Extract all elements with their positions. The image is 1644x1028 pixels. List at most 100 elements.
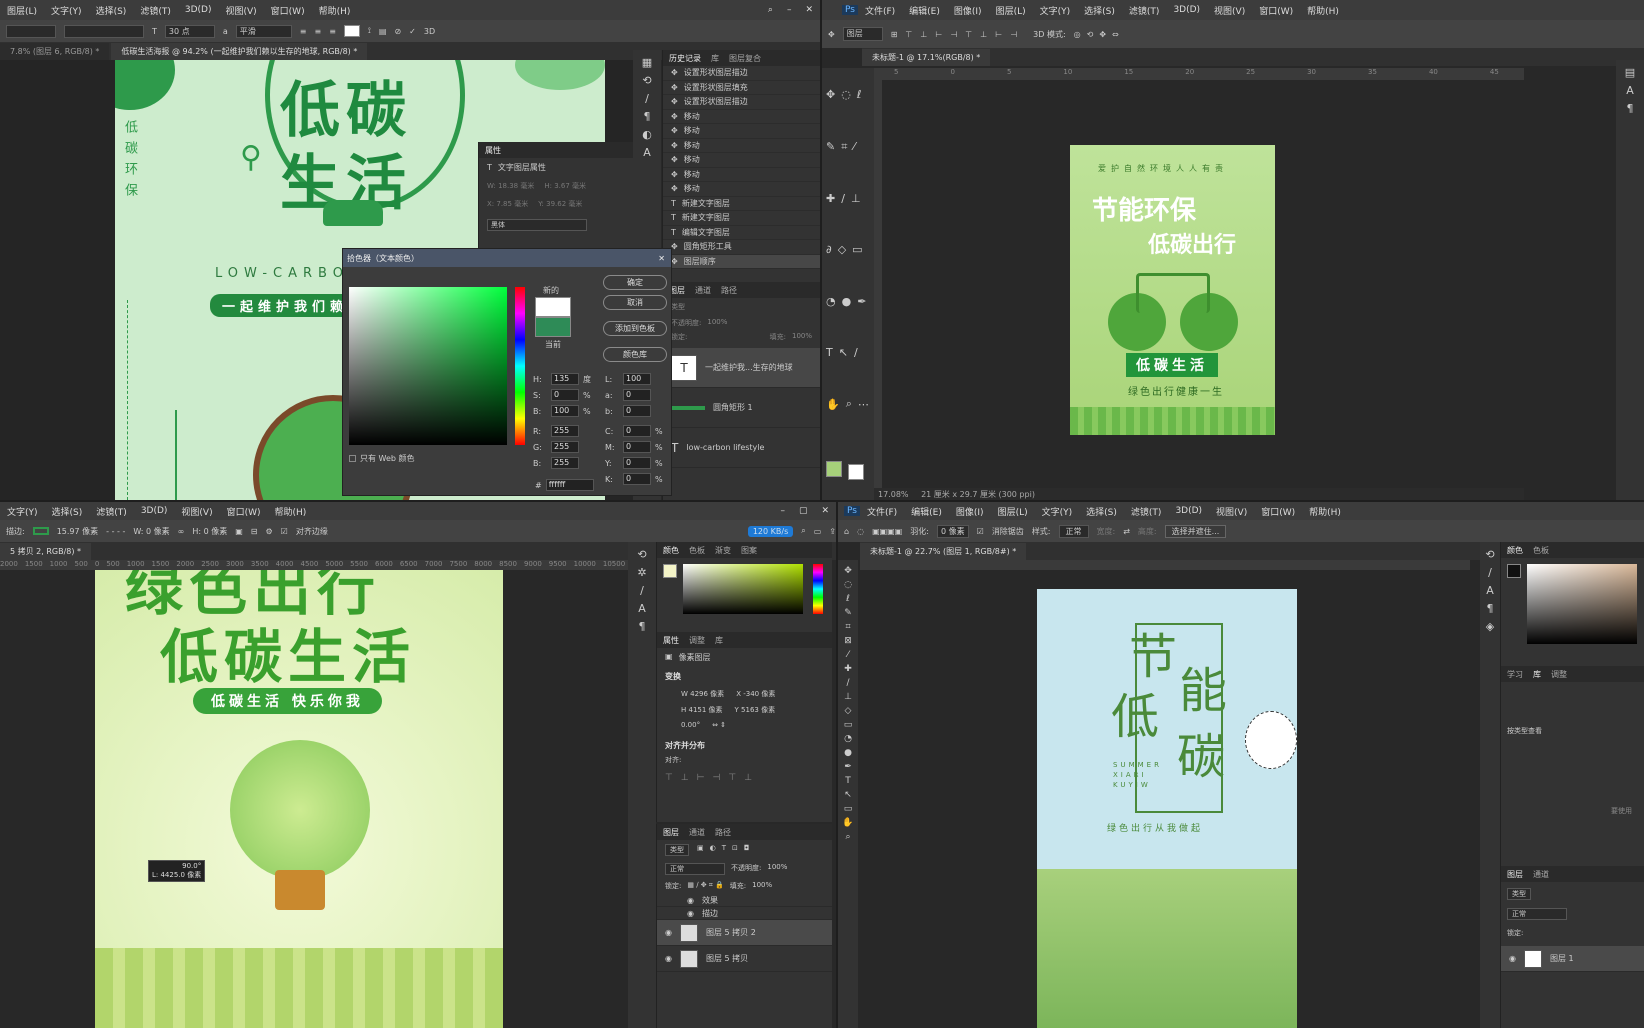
- color-field[interactable]: [349, 287, 507, 445]
- layer-row[interactable]: ◉ 图层 5 拷贝: [657, 946, 832, 972]
- swap-icon[interactable]: ⇄: [1123, 527, 1130, 536]
- tab-channels[interactable]: 通道: [1533, 869, 1549, 880]
- eraser-icon[interactable]: ◇: [838, 243, 846, 256]
- tab-properties[interactable]: 属性: [663, 635, 679, 646]
- 3d-button[interactable]: 3D: [424, 27, 435, 36]
- menu-edit[interactable]: 编辑(E): [902, 4, 947, 17]
- stroke-width[interactable]: 15.97 像素: [57, 526, 98, 537]
- color-field-input[interactable]: 255: [551, 441, 579, 453]
- font-style-select[interactable]: [64, 24, 144, 38]
- menu-layer[interactable]: 图层(L): [991, 505, 1035, 518]
- line-icon[interactable]: ∕: [854, 346, 858, 359]
- canvas-area[interactable]: 绿色出行 低碳生活 低碳生活 快乐你我 90.0° L: 4425.0 像素: [0, 570, 630, 1028]
- align-icons[interactable]: ⊤⊥⊢⊣⊤⊥⊢⊣: [905, 30, 1025, 39]
- grid-icon[interactable]: ▦: [642, 56, 652, 69]
- history-icon[interactable]: ⟲: [1485, 548, 1494, 561]
- menu-select[interactable]: 选择(S): [1079, 505, 1124, 518]
- menu-filter[interactable]: 滤镜(T): [133, 4, 178, 17]
- layer-kind-select[interactable]: 类型: [665, 844, 689, 856]
- adjust-icon[interactable]: ◐: [642, 128, 652, 141]
- layer-row[interactable]: ◉ 图层 1: [1501, 946, 1644, 972]
- tab-layers[interactable]: 图层: [663, 827, 679, 838]
- marquee-icon[interactable]: ◌: [844, 580, 852, 590]
- 3d-icon[interactable]: ◈: [1486, 620, 1494, 633]
- transform-x[interactable]: X -340 像素: [736, 689, 775, 699]
- panel-icon[interactable]: ▤: [1625, 66, 1635, 79]
- history-item[interactable]: T 新建文字图层: [663, 211, 820, 226]
- width-field[interactable]: W: 0 像素: [133, 526, 169, 537]
- filter-icons[interactable]: ▣◐T⊡◘: [697, 844, 755, 856]
- tab-swatches[interactable]: 色板: [689, 545, 705, 556]
- menu-filter[interactable]: 滤镜(T): [89, 505, 134, 518]
- adjust-icon[interactable]: ✲: [637, 566, 646, 579]
- menu-edit[interactable]: 编辑(E): [904, 505, 949, 518]
- search-icon[interactable]: ⌕: [761, 5, 780, 15]
- paragraph-icon[interactable]: ¶: [1487, 602, 1494, 615]
- stroke-swatch[interactable]: [32, 527, 49, 535]
- eye-icon[interactable]: ◉: [1509, 954, 1516, 963]
- tab-layer-comps[interactable]: 图层复合: [729, 53, 761, 64]
- layer-row[interactable]: T 一起维护我...生存的地球: [663, 348, 820, 388]
- close-icon[interactable]: ✕: [814, 506, 836, 516]
- color-field-label[interactable]: B:: [533, 407, 547, 416]
- quick-select-icon[interactable]: ✎: [844, 608, 852, 618]
- quick-select-icon[interactable]: ✎: [826, 140, 835, 153]
- history-item[interactable]: ✥ 移动: [663, 153, 820, 168]
- add-swatch-button[interactable]: 添加到色板: [603, 321, 667, 336]
- menu-image[interactable]: 图像(I): [949, 505, 991, 518]
- foreground-color[interactable]: [826, 460, 842, 477]
- brush-icon[interactable]: ∕: [640, 584, 644, 597]
- transform-y[interactable]: Y 5163 像素: [735, 705, 776, 715]
- transform-h[interactable]: H 4151 像素: [681, 705, 723, 715]
- select-mask-button[interactable]: 选择并遮住...: [1164, 524, 1227, 538]
- hex-input[interactable]: ffffff: [545, 479, 594, 491]
- color-field-input[interactable]: 0: [623, 473, 651, 485]
- type-icon[interactable]: T: [826, 346, 833, 359]
- history-item[interactable]: ✥ 设置形状图层描边: [663, 66, 820, 81]
- hand-icon[interactable]: ✋: [826, 398, 840, 411]
- text-color-swatch[interactable]: [343, 25, 360, 37]
- color-field-label[interactable]: Y:: [605, 459, 619, 468]
- move-icon[interactable]: ✥: [844, 566, 852, 576]
- menu-select[interactable]: 选择(S): [45, 505, 90, 518]
- tab-libraries[interactable]: 库: [715, 635, 723, 646]
- current-color-swatch[interactable]: [535, 317, 571, 337]
- gear-icon[interactable]: ⚙: [265, 527, 272, 536]
- maximize-icon[interactable]: ▢: [792, 506, 815, 516]
- align-section[interactable]: 对齐并分布: [657, 732, 832, 753]
- color-field-label[interactable]: R:: [533, 427, 547, 436]
- view-by-type[interactable]: 按类型查看: [1507, 726, 1542, 736]
- opacity-value[interactable]: 100%: [707, 318, 727, 328]
- color-field-input[interactable]: 100: [623, 373, 651, 385]
- color-field-input[interactable]: 0: [623, 425, 651, 437]
- blend-mode-select[interactable]: 正常: [1507, 908, 1567, 920]
- char-icon[interactable]: A: [643, 146, 651, 159]
- panels-icon[interactable]: ▤: [379, 27, 387, 36]
- eye-icon[interactable]: ◉: [665, 928, 672, 937]
- opacity-value[interactable]: 100%: [767, 863, 787, 875]
- menu-view[interactable]: 视图(V): [174, 505, 219, 518]
- share-icon[interactable]: ⇪: [829, 527, 836, 536]
- color-field-label[interactable]: M:: [605, 443, 619, 452]
- menu-3d[interactable]: 3D(D): [1168, 506, 1209, 516]
- color-field-input[interactable]: 0: [623, 405, 651, 417]
- visibility-icon[interactable]: ◉: [687, 909, 694, 918]
- shape-icon[interactable]: ▭: [844, 804, 853, 814]
- blend-mode-select[interactable]: 正常: [665, 863, 725, 875]
- blur-icon[interactable]: ◔: [826, 295, 836, 308]
- color-library-button[interactable]: 颜色库: [603, 347, 667, 362]
- color-field-label[interactable]: B:: [533, 459, 547, 468]
- menu-view[interactable]: 视图(V): [1209, 505, 1254, 518]
- menu-layer[interactable]: 图层(L): [0, 4, 44, 17]
- brush-icon[interactable]: ∕: [645, 92, 649, 105]
- minimize-icon[interactable]: –: [773, 506, 792, 516]
- history-item[interactable]: ✥ 移动: [663, 139, 820, 153]
- color-field-input[interactable]: 0: [623, 441, 651, 453]
- history-brush-icon[interactable]: ∂: [826, 243, 832, 256]
- layer-row[interactable]: T low-carbon lifestyle: [663, 428, 820, 468]
- home-icon[interactable]: ⌂: [844, 527, 849, 536]
- stamp-icon[interactable]: ⊥: [851, 192, 861, 205]
- menu-3d[interactable]: 3D(D): [178, 5, 219, 15]
- menu-window[interactable]: 窗口(W): [1252, 4, 1300, 17]
- fill-value[interactable]: 100%: [752, 881, 772, 891]
